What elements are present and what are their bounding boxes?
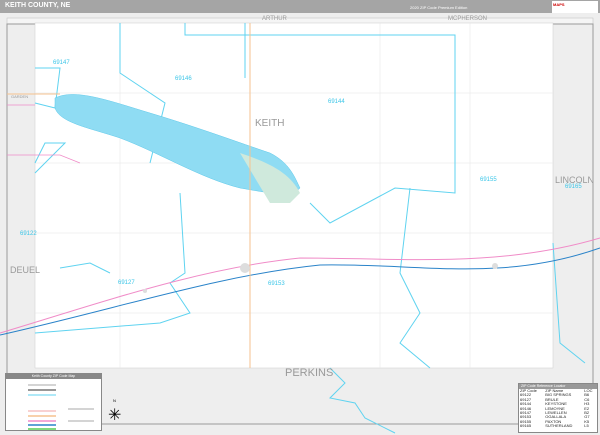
table-cell: SUTHERLAND (545, 423, 573, 429)
zip-label: 69153 (268, 281, 285, 287)
zip-label: 69127 (118, 280, 135, 286)
neighbor-north1: ARTHUR (262, 16, 287, 22)
table-row: 69165 SUTHERLAND L5 (519, 423, 597, 429)
compass-north: N (113, 398, 116, 403)
compass-rose-icon: ✳ N (108, 398, 122, 424)
map-title: KEITH COUNTY, NE (5, 2, 71, 9)
table-cell: L5 (584, 423, 589, 429)
edition-label: 2020 ZIP Code Premium Edition (410, 5, 468, 10)
zip-reference-table: ZIP Code Reference Locator ZIP Code ZIP … (518, 383, 598, 433)
neighbor-west-top: GARDEN (11, 94, 29, 99)
neighbor-west: DEUEL (10, 265, 41, 275)
zip-label: 69122 (20, 231, 37, 237)
county-label: KEITH (255, 118, 285, 129)
zip-label: 69144 (328, 99, 345, 105)
zip-label: 69146 (175, 76, 192, 82)
publisher-logo: MAPS (552, 1, 598, 13)
city-brule (143, 289, 147, 293)
map-legend: Keith County ZIP Code Map (5, 373, 102, 431)
city-paxton (492, 263, 498, 269)
legend-symbols (28, 384, 94, 430)
zip-label: 69147 (53, 60, 70, 66)
city-ogallala (240, 263, 250, 273)
table-cell: 69165 (520, 423, 532, 429)
title-bar: KEITH COUNTY, NE 2020 ZIP Code Premium E… (0, 0, 600, 13)
logo-text: MAPS (553, 2, 565, 7)
neighbor-south: PERKINS (285, 367, 334, 379)
zip-label: 69155 (480, 177, 497, 183)
zip-label: 69165 (565, 184, 582, 190)
neighbor-north2: MCPHERSON (448, 16, 488, 22)
